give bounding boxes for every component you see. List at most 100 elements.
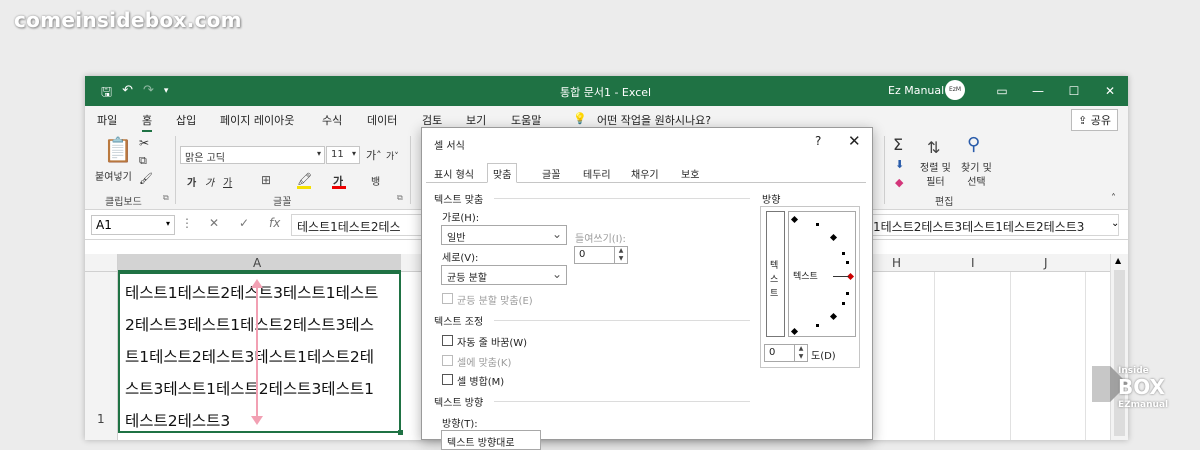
clear-icon[interactable]: ◆ — [895, 176, 903, 189]
save-icon[interactable]: 🖫 — [101, 83, 112, 105]
tab-page-layout[interactable]: 페이지 레이아웃 — [220, 112, 294, 128]
find-select-button[interactable]: 찾기 및 선택 — [961, 162, 992, 190]
user-name[interactable]: Ez Manual — [888, 84, 944, 97]
column-header-i[interactable]: I — [971, 256, 975, 270]
window-controls: ▭ — ☐ ✕ — [984, 76, 1128, 106]
spin-arrows-icon[interactable]: ▲ ▼ — [614, 247, 627, 263]
minimize-button[interactable]: — — [1020, 76, 1056, 106]
undo-icon[interactable]: ↶ — [122, 83, 133, 105]
tab-font[interactable]: 글꼴 — [542, 166, 560, 181]
orientation-label: 방향 — [762, 195, 781, 206]
share-button[interactable]: ⇪ 공유 — [1071, 109, 1118, 131]
vertical-select[interactable]: 균등 분할 ⌄ — [441, 265, 567, 285]
row-header-1[interactable]: 1 — [97, 412, 105, 426]
clipboard-launcher-icon[interactable]: ⧉ — [163, 193, 169, 203]
vertical-text-button[interactable]: 텍 스 트 — [766, 211, 785, 337]
formula-text-right: 1테스트2테스트3테스트1테스트2테스트3 — [873, 220, 1085, 234]
expand-formula-icon[interactable]: ⌄ — [1111, 218, 1119, 229]
spin-arrows-icon[interactable]: ▲ ▼ — [794, 345, 807, 361]
chevron-down-icon: ⌄ — [551, 227, 562, 241]
direction-select[interactable]: 텍스트 방향대로 — [441, 430, 541, 450]
group-separator — [175, 136, 176, 204]
copy-icon[interactable]: ⧉ — [139, 154, 147, 168]
close-button[interactable]: ✕ — [1092, 76, 1128, 106]
cut-icon[interactable]: ✂ — [139, 136, 149, 150]
wrap-text-checkbox[interactable] — [442, 335, 453, 346]
column-header-h[interactable]: H — [892, 256, 901, 270]
font-launcher-icon[interactable]: ⧉ — [397, 193, 403, 203]
format-painter-icon[interactable]: 🖌 — [139, 172, 153, 185]
bold-icon[interactable]: 가 — [187, 174, 196, 189]
tab-alignment[interactable]: 맞춤 — [487, 163, 518, 183]
avatar[interactable]: EzM — [945, 80, 965, 100]
font-size-select[interactable]: 11 ▾ — [326, 146, 360, 164]
degrees-spinner[interactable]: 0 ▲ ▼ — [764, 344, 808, 362]
shrink-to-fit-label: 셀에 맞춤(K) — [457, 358, 512, 369]
orientation-box: 텍 스 트 텍스트 0 ▲ ▼ 도(D) — [760, 206, 860, 368]
column-header-a[interactable]: A — [118, 254, 401, 272]
cell-a1[interactable]: 테스트1테스트2테스트3테스트1테스트 2테스트3테스트1테스트2테스트3테스 … — [118, 272, 401, 433]
sort-filter-button[interactable]: 정렬 및 필터 — [920, 162, 951, 190]
column-header-j[interactable]: J — [1044, 256, 1048, 270]
help-button[interactable]: ? — [815, 134, 821, 148]
increase-font-icon[interactable]: 가˄ — [366, 147, 382, 163]
tab-insert[interactable]: 삽입 — [176, 112, 196, 128]
scroll-up-icon[interactable]: ▲ — [1115, 256, 1121, 265]
quick-access-toolbar: 🖫 ↶ ↷ ▾ — [101, 83, 168, 105]
fill-handle[interactable] — [398, 430, 403, 435]
dialog-close-button[interactable]: ✕ — [848, 132, 861, 150]
merge-cells-checkbox[interactable] — [442, 374, 453, 385]
tell-me-search[interactable]: 어떤 작업을 원하시나요? — [597, 112, 711, 128]
decrease-font-icon[interactable]: 가˅ — [386, 149, 399, 162]
italic-icon[interactable]: 가 — [205, 174, 214, 189]
orientation-dial[interactable]: 텍스트 — [788, 211, 856, 337]
tab-home[interactable]: 홈 — [142, 112, 153, 132]
collapse-ribbon-icon[interactable]: ˄ — [1111, 193, 1116, 204]
tab-review[interactable]: 검토 — [422, 112, 442, 128]
redo-icon[interactable]: ↷ — [143, 83, 154, 105]
tab-formulas[interactable]: 수식 — [322, 112, 342, 128]
select-all-button[interactable] — [85, 254, 118, 272]
tab-help[interactable]: 도움말 — [511, 112, 541, 128]
tab-fill[interactable]: 채우기 — [631, 166, 659, 181]
tab-number[interactable]: 표시 형식 — [434, 166, 474, 181]
maximize-button[interactable]: ☐ — [1056, 76, 1092, 106]
group-separator — [884, 136, 885, 204]
tab-data[interactable]: 데이터 — [367, 112, 397, 128]
dial-marker — [846, 292, 849, 295]
tab-border[interactable]: 테두리 — [583, 166, 611, 181]
dial-marker — [842, 302, 845, 305]
double-arrow-annotation — [251, 279, 263, 425]
chevron-down-icon: ▾ — [351, 149, 356, 158]
editing-group-label: 편집 — [935, 197, 954, 208]
degrees-label: 도(D) — [811, 351, 836, 362]
insert-function-icon[interactable]: fx — [269, 216, 280, 230]
paste-button[interactable]: 붙여넣기 — [95, 168, 132, 183]
name-box[interactable]: A1 ▾ — [91, 215, 175, 235]
cell-text-line: 스트3테스트1테스트2테스트3테스트1 — [125, 380, 374, 398]
dialog-tabs: 표시 형식 맞춤 글꼴 테두리 채우기 보호 — [426, 163, 866, 183]
fill-icon[interactable]: ⬇ — [895, 158, 904, 171]
font-name-select[interactable]: 맑은 고딕 ▾ — [180, 146, 325, 164]
enter-icon[interactable]: ✓ — [239, 216, 249, 230]
justify-distributed-checkbox[interactable] — [442, 293, 453, 304]
sort-filter-icon[interactable]: ⇅ — [927, 138, 940, 157]
tab-file[interactable]: 파일 — [97, 112, 117, 128]
fill-color-icon[interactable]: 🖍 — [297, 172, 312, 186]
phonetic-icon[interactable]: 뱅 — [371, 173, 380, 188]
find-icon[interactable]: ⚲ — [967, 134, 980, 155]
ribbon-display-icon[interactable]: ▭ — [984, 76, 1020, 106]
horizontal-select[interactable]: 일반 ⌄ — [441, 225, 567, 245]
tab-view[interactable]: 보기 — [466, 112, 486, 128]
grid-line — [1010, 272, 1011, 440]
cancel-icon[interactable]: ✕ — [209, 216, 219, 230]
customize-qat-icon[interactable]: ▾ — [164, 83, 169, 105]
borders-icon[interactable]: ⊞ — [261, 173, 271, 187]
direction-label: 방향(T): — [442, 419, 478, 430]
paste-icon[interactable]: 📋 — [103, 136, 133, 164]
autosum-icon[interactable]: Σ — [893, 135, 903, 154]
tab-protection[interactable]: 보호 — [681, 166, 699, 181]
underline-icon[interactable]: 가 — [223, 174, 232, 189]
shrink-to-fit-checkbox[interactable] — [442, 355, 453, 366]
indent-spinner[interactable]: 0 ▲ ▼ — [574, 246, 628, 264]
